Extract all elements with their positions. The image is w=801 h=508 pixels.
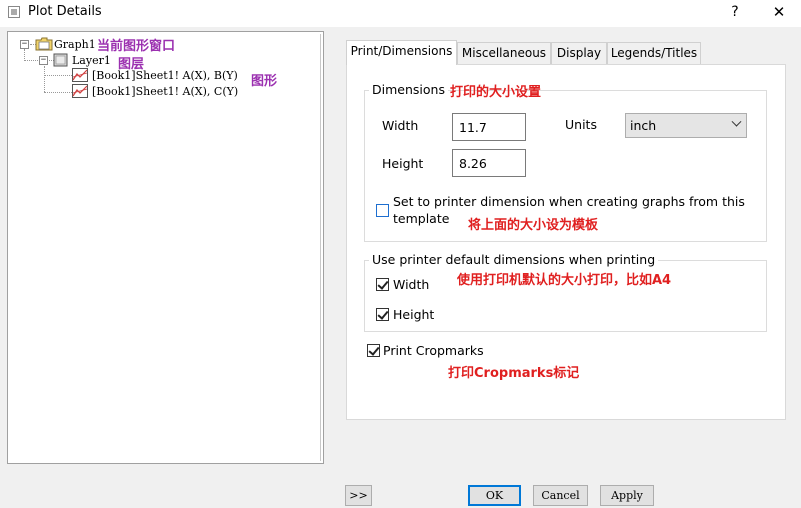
tree-connector — [24, 60, 38, 61]
dimensions-legend: Dimensions — [369, 82, 448, 97]
tab-legends-titles[interactable]: Legends/Titles — [607, 42, 701, 64]
chevron-down-icon — [731, 116, 742, 127]
collapse-graph-icon[interactable]: − — [20, 40, 29, 49]
tab-miscellaneous[interactable]: Miscellaneous — [457, 42, 551, 64]
layer-icon — [53, 53, 68, 67]
width-input[interactable] — [452, 113, 526, 141]
tree-connector — [44, 75, 72, 76]
print-cropmarks-note: 打印Cropmarks标记 — [448, 366, 580, 381]
graph-note: 当前图形窗口 — [97, 39, 176, 54]
width-label: Width — [382, 118, 419, 133]
dimensions-note: 打印的大小设置 — [450, 85, 542, 100]
height-input[interactable] — [452, 149, 526, 177]
ok-button[interactable]: OK — [468, 485, 521, 506]
set-printer-dimension-label-1: Set to printer dimension when creating g… — [393, 194, 745, 209]
help-button[interactable]: ? — [724, 1, 746, 23]
tab-print-dimensions[interactable]: Print/Dimensions — [346, 40, 457, 65]
printer-defaults-legend: Use printer default dimensions when prin… — [369, 252, 659, 267]
set-printer-dimension-checkbox[interactable] — [376, 204, 389, 217]
plot-icon — [72, 84, 88, 98]
units-value: inch — [630, 118, 657, 133]
tree-panel-border — [320, 34, 321, 461]
collapse-layer-icon[interactable]: − — [39, 56, 48, 65]
tree-panel[interactable]: − Graph1 当前图形窗口 − Layer1 图层 [Book1]Sheet… — [7, 31, 324, 464]
tab-page-print-dimensions: Dimensions 打印的大小设置 Width Units inch Heig… — [346, 64, 786, 420]
app-icon — [8, 6, 20, 18]
printer-width-checkbox[interactable] — [376, 278, 389, 291]
tree-item-plot-2[interactable]: [Book1]Sheet1! A(X), C(Y) — [92, 85, 238, 101]
printer-defaults-note: 使用打印机默认的大小打印，比如A4 — [457, 273, 672, 288]
expand-button[interactable]: >> — [345, 485, 372, 506]
print-cropmarks-label: Print Cropmarks — [383, 343, 484, 358]
cancel-button[interactable]: Cancel — [533, 485, 588, 506]
tab-display[interactable]: Display — [551, 42, 607, 64]
printer-height-checkbox[interactable] — [376, 308, 389, 321]
window-title: Plot Details — [28, 4, 102, 19]
tree-connector — [44, 66, 45, 92]
plot-icon — [72, 68, 88, 82]
tree-connector — [44, 92, 72, 93]
printer-height-label: Height — [393, 307, 435, 322]
plot-note: 图形 — [251, 74, 278, 89]
set-printer-dimension-label-2: template — [393, 211, 450, 226]
close-button[interactable]: ✕ — [766, 1, 792, 23]
tree-item-plot-1[interactable]: [Book1]Sheet1! A(X), B(Y) — [92, 69, 238, 85]
print-cropmarks-checkbox[interactable] — [367, 344, 380, 357]
height-label: Height — [382, 156, 424, 171]
printer-width-label: Width — [393, 277, 430, 292]
units-label: Units — [565, 117, 597, 132]
title-bar: Plot Details ? ✕ — [0, 0, 801, 27]
tree-item-graph[interactable]: Graph1 — [54, 38, 96, 54]
set-printer-note: 将上面的大小设为模板 — [468, 218, 599, 233]
folder-icon — [35, 37, 53, 51]
units-select[interactable]: inch — [625, 113, 747, 138]
apply-button[interactable]: Apply — [600, 485, 654, 506]
